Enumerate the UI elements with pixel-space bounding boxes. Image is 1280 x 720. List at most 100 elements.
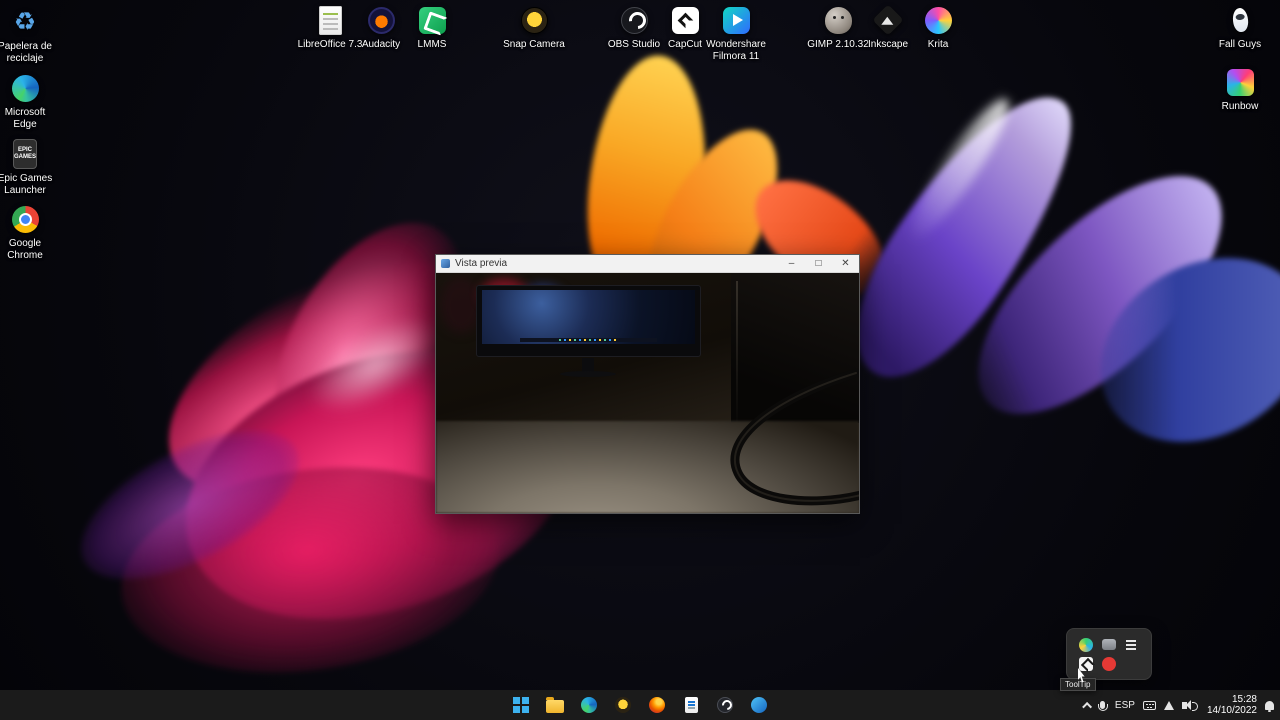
runbow-icon: [1224, 66, 1256, 98]
filmora-glyph: [722, 6, 750, 34]
desktop-icon-filmora[interactable]: Wondershare Filmora 11: [702, 4, 770, 63]
hidden-icons-chevron-icon[interactable]: [1082, 701, 1092, 712]
maximize-button[interactable]: □: [805, 255, 832, 272]
taskbar-file-explorer[interactable]: [542, 692, 568, 718]
taskbar-edge[interactable]: [576, 692, 602, 718]
clock[interactable]: 15:28 14/10/2022: [1207, 694, 1257, 716]
krita-icon: [922, 4, 954, 36]
minimize-button[interactable]: –: [778, 255, 805, 272]
runbow-glyph: [1226, 68, 1254, 96]
start-button[interactable]: [508, 692, 534, 718]
firefox-icon: [649, 697, 665, 713]
desktop-icon-snap-camera[interactable]: Snap Camera: [500, 4, 568, 51]
recycle-bin-icon: ♻: [9, 6, 41, 38]
desktop-icon-label: Krita: [927, 39, 949, 50]
desktop-icon-microsoft-edge[interactable]: Microsoft Edge: [0, 72, 53, 131]
lmms-glyph: [418, 6, 446, 34]
windows-logo-icon: [513, 697, 529, 713]
edge-icon: [581, 697, 597, 713]
edge-icon: [9, 72, 41, 104]
desktop-icon-runbow[interactable]: Runbow: [1206, 66, 1274, 113]
camera-preview-feed: [436, 273, 859, 513]
desktop-icon-google-chrome[interactable]: Google Chrome: [0, 203, 53, 262]
obs-studio-icon: [618, 4, 650, 36]
chrome-glyph: [11, 205, 39, 233]
tray-time: 15:28: [1231, 694, 1257, 705]
inkscape-icon: [872, 4, 904, 36]
tooltip: ToolTip: [1060, 678, 1096, 691]
recycle-glyph: ♻: [13, 7, 37, 36]
taskbar-firefox[interactable]: [644, 692, 670, 718]
desktop-icon-label: Inkscape: [867, 39, 909, 50]
audacity-icon: [365, 4, 397, 36]
epic-games-icon: EPIC GAMES: [9, 138, 41, 170]
libreoffice-glyph: [318, 5, 342, 35]
inkscape-glyph: [872, 4, 904, 36]
tray-app-gray-icon[interactable]: [1101, 639, 1116, 650]
desktop-icon-label: Wondershare Filmora 11: [706, 39, 766, 62]
desktop-icon-label: LMMS: [417, 39, 447, 50]
gimp-icon: [822, 4, 854, 36]
snap-camera-glyph: [520, 6, 548, 34]
audacity-glyph: [367, 6, 395, 34]
tray-app-list-icon[interactable]: [1124, 637, 1139, 652]
desktop-icon-label: CapCut: [668, 39, 702, 50]
close-button[interactable]: ✕: [832, 255, 859, 272]
desktop: ♻ Papelera de reciclaje Microsoft Edge E…: [0, 0, 1280, 720]
notification-bell-icon[interactable]: [1265, 700, 1274, 712]
epic-glyph: EPIC GAMES: [13, 139, 37, 169]
obs-glyph: [620, 6, 648, 34]
desktop-icon-krita[interactable]: Krita: [904, 4, 972, 51]
taskbar-center: [508, 690, 772, 720]
desktop-icon-label: Google Chrome: [7, 238, 43, 261]
taskbar: ESP 15:28 14/10/2022: [0, 690, 1280, 720]
snap-camera-icon: [615, 697, 631, 713]
snap-camera-icon: [518, 4, 550, 36]
tray-record-icon[interactable]: [1101, 656, 1116, 671]
obs-icon: [717, 697, 733, 713]
krita-glyph: [924, 6, 952, 34]
microphone-icon[interactable]: [1097, 701, 1108, 711]
capcut-glyph: [671, 6, 699, 34]
desktop-icon-lmms[interactable]: LMMS: [398, 4, 466, 51]
taskbar-document-app[interactable]: [678, 692, 704, 718]
filmora-icon: [720, 4, 752, 36]
desktop-icon-label: Audacity: [361, 39, 401, 50]
fall-guys-icon: [1224, 4, 1256, 36]
window-icon: [441, 259, 450, 268]
volume-icon[interactable]: [1181, 699, 1198, 711]
fall-guys-glyph: [1231, 7, 1249, 33]
window-title: Vista previa: [455, 258, 508, 269]
chrome-icon: [9, 203, 41, 235]
desktop-icon-label: Fall Guys: [1218, 39, 1262, 50]
desktop-icon-label: Runbow: [1221, 101, 1259, 112]
desktop-icon-fall-guys[interactable]: Fall Guys: [1206, 4, 1274, 51]
tray-capcut-icon[interactable]: [1079, 656, 1094, 671]
blue-app-icon: [751, 697, 767, 713]
lmms-icon: [416, 4, 448, 36]
touch-keyboard-icon[interactable]: [1142, 700, 1156, 710]
taskbar-obs[interactable]: [712, 692, 738, 718]
libreoffice-icon: [314, 4, 346, 36]
desktop-icon-label: Microsoft Edge: [4, 107, 46, 130]
desktop-icon-recycle-bin[interactable]: ♻ Papelera de reciclaje: [0, 6, 53, 65]
folder-icon: [546, 697, 564, 713]
preview-window: Vista previa – □ ✕: [435, 254, 860, 514]
window-titlebar[interactable]: Vista previa – □ ✕: [436, 255, 859, 273]
language-indicator[interactable]: ESP: [1115, 700, 1135, 711]
network-icon[interactable]: [1163, 700, 1174, 710]
gimp-glyph: [824, 6, 852, 34]
document-icon: [684, 697, 698, 713]
edge-glyph: [11, 74, 39, 102]
desktop-icon-label: Papelera de reciclaje: [0, 41, 52, 64]
desktop-icon-label: Epic Games Launcher: [0, 173, 53, 196]
scene-cable: [730, 368, 859, 506]
taskbar-media-app[interactable]: [746, 692, 772, 718]
desktop-icon-label: Snap Camera: [503, 39, 565, 50]
tray-app-color-icon[interactable]: [1079, 637, 1094, 652]
tray-date: 14/10/2022: [1206, 705, 1257, 716]
desktop-icon-epic-games[interactable]: EPIC GAMES Epic Games Launcher: [0, 138, 53, 197]
capcut-icon: [669, 4, 701, 36]
taskbar-snap-camera[interactable]: [610, 692, 636, 718]
system-tray: ESP 15:28 14/10/2022: [1082, 690, 1274, 720]
